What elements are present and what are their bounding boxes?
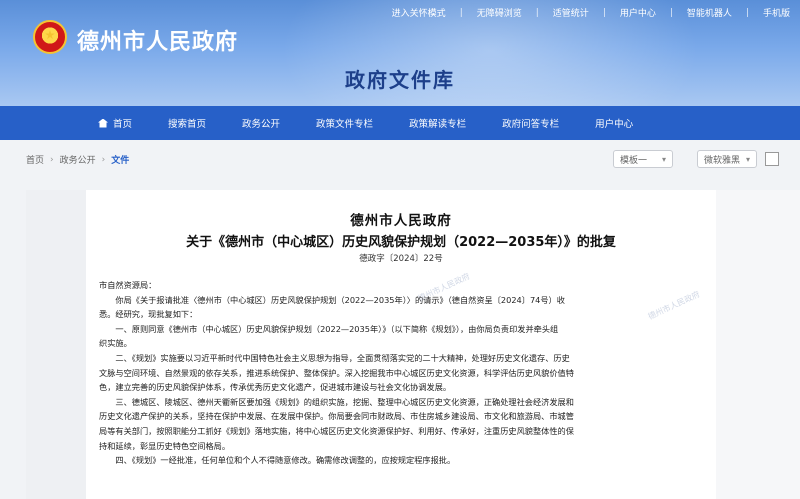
nav-policy-interpretation[interactable]: 政策解读专栏: [409, 116, 466, 130]
nav-home[interactable]: 首页: [98, 116, 132, 130]
document-number: 德政字〔2024〕22号: [359, 254, 443, 264]
body-line: 局等有关部门，按照职能分工抓好《规划》落地实施，将中心城区历史文化资源保护好、利…: [99, 425, 574, 436]
nav-search-home[interactable]: 搜索首页: [168, 116, 206, 130]
main-nav: 首页 搜索首页 政务公开 政策文件专栏 政策解读专栏 政府问答专栏 用户中心: [0, 106, 800, 140]
breadcrumb: 首页 › 政务公开 › 文件: [26, 153, 130, 167]
robot-link[interactable]: 智能机器人: [687, 6, 732, 19]
nav-user-center[interactable]: 用户中心: [595, 116, 633, 130]
document-title: 关于《德州市（中心城区）历史风貌保护规划（2022—2035年）》的批复: [186, 235, 616, 250]
document-body: 市自然资源局： 你局《关于报请批准〈德州市（中心城区）历史风貌保护规划（2022—…: [99, 278, 699, 468]
toggle-checkbox[interactable]: [765, 152, 779, 166]
right-gutter: [716, 190, 800, 499]
body-line: 一、原则同意《德州市（中心城区）历史风貌保护规划（2022—2035年）》（以下…: [115, 323, 559, 334]
body-line: 色，建立完善的历史风貌保护体系，传承优秀历史文化遗产，促进城市建设与社会文化协调…: [99, 382, 452, 393]
body-line: 四、《规划》一经批准，任何单位和个人不得随意修改。确需修改调整的，应按规定程序报…: [115, 455, 456, 466]
chevron-right-icon: ›: [50, 154, 54, 165]
left-gutter: [26, 190, 86, 499]
chevron-down-icon: ▾: [661, 154, 666, 164]
nav-gov-qa[interactable]: 政府问答专栏: [502, 116, 559, 130]
mobile-link[interactable]: 手机版: [763, 6, 790, 19]
breadcrumb-current: 文件: [111, 156, 130, 166]
body-line: 历史文化遗产保护的关系，坚持在保护中发展、在发展中保护。你局要会同市财政局、市住…: [99, 411, 574, 422]
nav-gov-affairs[interactable]: 政务公开: [242, 116, 280, 130]
nav-label: 首页: [113, 119, 133, 130]
user-center-link[interactable]: 用户中心: [620, 6, 656, 19]
section-title: 政府文件库: [345, 68, 455, 92]
template-select-value: 模板一: [620, 155, 648, 166]
stats-link[interactable]: 适管统计: [553, 6, 589, 19]
template-select[interactable]: 模板一 ▾: [613, 150, 673, 168]
body-line: 持和延续，彰显历史特色空间格局。: [99, 440, 231, 451]
breadcrumb-gov-affairs[interactable]: 政务公开: [60, 153, 96, 166]
body-line: 悉。经研究，现批复如下：: [99, 309, 198, 320]
document-org: 德州市人民政府: [350, 213, 452, 229]
font-select-value: 微软雅黑: [704, 155, 741, 166]
accessibility-link[interactable]: 无障碍浏览: [477, 6, 522, 19]
chevron-right-icon: ›: [101, 154, 106, 165]
body-line: 三、德城区、陵城区、德州天衢新区要加强《规划》的组织实施，挖掘、整理中心城区历史…: [115, 396, 574, 407]
body-line: 织实施。: [99, 338, 132, 349]
national-emblem-icon: [33, 20, 67, 54]
body-line: 二、《规划》实施要以习近平新时代中国特色社会主义思想为指导，全面贯彻落实党的二十…: [115, 352, 570, 363]
breadcrumb-home[interactable]: 首页: [26, 153, 44, 166]
chevron-down-icon: ▾: [745, 154, 750, 164]
utility-bar: 进入关怀模式 | 无障碍浏览 | 适管统计 | 用户中心 | 智能机器人 | 手…: [391, 6, 790, 20]
home-icon: [98, 118, 108, 128]
site-header: 进入关怀模式 | 无障碍浏览 | 适管统计 | 用户中心 | 智能机器人 | 手…: [0, 0, 800, 106]
document-page: 德州市人民政府 关于《德州市（中心城区）历史风貌保护规划（2022—2035年）…: [86, 190, 716, 499]
font-select[interactable]: 微软雅黑 ▾: [697, 150, 757, 168]
body-line: 文脉与空间环境、自然景观的依存关系，推进系统保护、整体保护。深入挖掘我市中心城区…: [99, 367, 574, 378]
body-line: 你局《关于报请批准〈德州市（中心城区）历史风貌保护规划（2022—2035年）〉…: [115, 294, 565, 305]
care-mode-link[interactable]: 进入关怀模式: [392, 6, 446, 19]
site-title[interactable]: 德州市人民政府: [77, 24, 238, 56]
nav-policy-files[interactable]: 政策文件专栏: [316, 116, 373, 130]
body-line: 市自然资源局：: [99, 280, 157, 290]
